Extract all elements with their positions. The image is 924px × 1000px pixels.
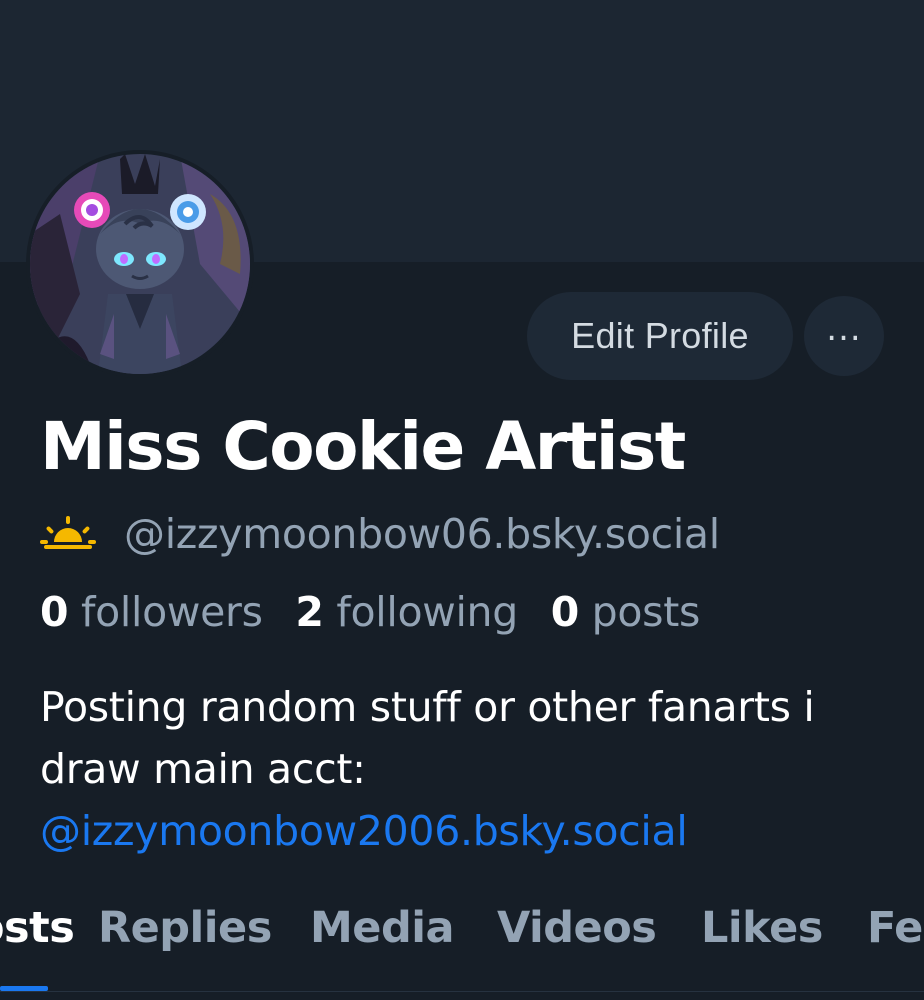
more-options-button[interactable]: ... (804, 296, 884, 376)
followers-label: followers (80, 588, 263, 636)
bio-mention-link[interactable]: @izzymoonbow2006.bsky.social (40, 807, 688, 855)
profile-bio: Posting random stuff or other fanarts i … (40, 676, 900, 862)
profile-display-name: Miss Cookie Artist (40, 408, 686, 485)
tab-replies[interactable]: Replies (98, 895, 272, 965)
profile-handle-row: @izzymoonbow06.bsky.social (40, 508, 720, 560)
tabs-divider (0, 991, 924, 992)
ellipsis-icon: ... (826, 309, 862, 349)
tab-feeds[interactable]: Feeds (867, 895, 924, 965)
sunrise-icon (40, 516, 96, 549)
tab-media[interactable]: Media (310, 895, 455, 965)
following-count: 2 (295, 588, 324, 636)
profile-handle[interactable]: @izzymoonbow06.bsky.social (124, 510, 720, 558)
profile-tabs: Posts Replies Media Videos Likes Feeds (0, 895, 924, 1000)
posts-stat: 0 posts (550, 588, 701, 636)
followers-stat[interactable]: 0 followers (40, 588, 295, 636)
tab-posts[interactable]: Posts (0, 895, 75, 965)
bio-text: Posting random stuff or other fanarts i … (40, 683, 815, 793)
following-label: following (336, 588, 518, 636)
tab-videos[interactable]: Videos (497, 895, 657, 965)
posts-count: 0 (550, 588, 580, 636)
edit-profile-button[interactable]: Edit Profile (527, 292, 793, 380)
avatar-artwork (30, 154, 250, 374)
profile-avatar[interactable] (26, 150, 254, 378)
following-stat[interactable]: 2 following (295, 588, 550, 636)
profile-stats: 0 followers 2 following 0 posts (40, 588, 700, 636)
posts-label: posts (591, 588, 701, 636)
followers-count: 0 (40, 588, 69, 636)
tab-likes[interactable]: Likes (701, 895, 823, 965)
